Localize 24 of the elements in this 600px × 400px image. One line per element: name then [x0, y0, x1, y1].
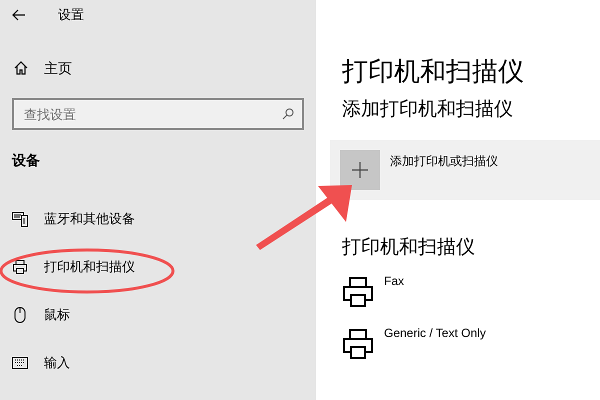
page-title: 打印机和扫描仪: [342, 55, 525, 88]
keyboard-icon: [12, 357, 28, 369]
keyboard-device-icon: [12, 211, 28, 227]
home-icon: [14, 61, 28, 75]
add-printer-button[interactable]: 添加打印机或扫描仪: [330, 140, 600, 200]
sidebar-item[interactable]: 打印机和扫描仪: [0, 243, 316, 291]
sidebar-item[interactable]: 鼠标: [0, 291, 316, 339]
mouse-icon: [14, 307, 26, 323]
plus-icon: [340, 150, 380, 190]
sidebar-item[interactable]: 输入: [0, 339, 316, 387]
printer-icon: [342, 276, 374, 308]
window-title: 设置: [58, 6, 84, 24]
printer-item[interactable]: Generic / Text Only: [330, 324, 600, 376]
search-field[interactable]: 查找设置: [12, 98, 304, 130]
home-link[interactable]: 主页: [14, 56, 316, 80]
section-heading: 打印机和扫描仪: [342, 236, 476, 260]
section-heading: 设备: [12, 151, 41, 170]
back-icon[interactable]: [12, 9, 26, 21]
printer-icon: [342, 328, 374, 360]
printer-item[interactable]: Fax: [330, 272, 600, 324]
search-icon: [282, 108, 294, 120]
printer-icon: [12, 259, 28, 275]
sidebar-item[interactable]: 蓝牙和其他设备: [0, 195, 316, 243]
section-heading: 添加打印机和扫描仪: [342, 98, 514, 122]
